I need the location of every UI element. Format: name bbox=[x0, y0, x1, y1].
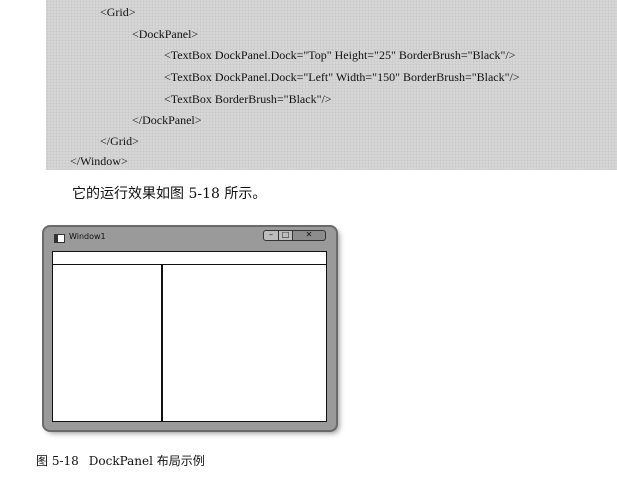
close-icon: ✕ bbox=[305, 230, 313, 239]
left-textbox[interactable] bbox=[53, 265, 163, 421]
code-line: </DockPanel> bbox=[132, 113, 202, 127]
code-line: </Grid> bbox=[100, 134, 139, 148]
window-app-icon[interactable] bbox=[54, 234, 65, 243]
dock-panel bbox=[52, 251, 327, 422]
maximize-icon: □ bbox=[281, 230, 290, 239]
code-line: <Grid> bbox=[100, 5, 136, 19]
code-listing: <Grid> <DockPanel> <TextBox DockPanel.Do… bbox=[46, 0, 617, 170]
figure-caption-text: DockPanel 布局示例 bbox=[88, 454, 205, 468]
code-line: </Window> bbox=[70, 154, 128, 168]
fill-textbox[interactable] bbox=[163, 265, 326, 421]
code-line: <TextBox BorderBrush="Black"/> bbox=[164, 92, 332, 106]
top-textbox[interactable] bbox=[53, 252, 326, 265]
figure-caption: 图 5-18 DockPanel 布局示例 bbox=[36, 453, 205, 469]
code-line: <TextBox DockPanel.Dock="Top" Height="25… bbox=[164, 48, 516, 62]
window-titlebar[interactable]: Window1 – □ ✕ bbox=[44, 227, 336, 249]
minimize-button[interactable]: – bbox=[263, 230, 279, 241]
code-line: <DockPanel> bbox=[132, 27, 199, 41]
body-paragraph: 它的运行效果如图 5-18 所示。 bbox=[72, 186, 267, 202]
figure-number: 图 5-18 bbox=[36, 454, 79, 468]
maximize-button[interactable]: □ bbox=[278, 230, 293, 241]
close-button[interactable]: ✕ bbox=[292, 230, 326, 241]
window-screenshot: Window1 – □ ✕ bbox=[44, 227, 336, 430]
window-title: Window1 bbox=[69, 232, 106, 241]
code-line: <TextBox DockPanel.Dock="Left" Width="15… bbox=[164, 70, 520, 84]
minimize-icon: – bbox=[269, 230, 273, 239]
